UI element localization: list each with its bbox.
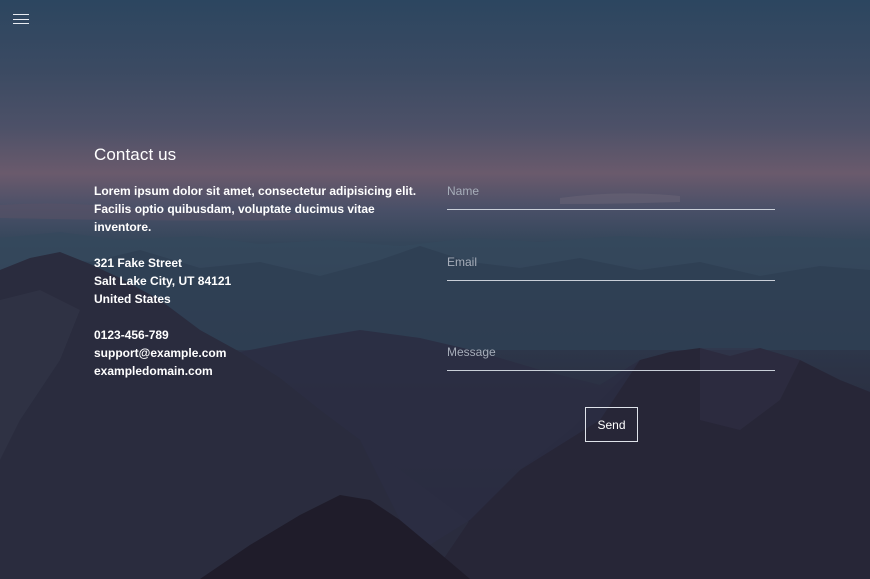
address-block: 321 Fake Street Salt Lake City, UT 84121… (94, 254, 434, 308)
intro-line: Facilis optio quibusdam, voluptate ducim… (94, 202, 375, 234)
menu-line (13, 14, 29, 15)
menu-line (13, 18, 29, 20)
hamburger-menu-icon[interactable] (12, 12, 30, 26)
website-link[interactable]: exampledomain.com (94, 364, 213, 378)
contact-info: Contact us Lorem ipsum dolor sit amet, c… (94, 145, 434, 380)
page-title: Contact us (94, 145, 177, 164)
menu-line (13, 23, 29, 24)
email-field-wrapper (447, 251, 775, 281)
message-input[interactable] (447, 341, 775, 359)
address-line: United States (94, 292, 171, 306)
name-input[interactable] (447, 180, 775, 198)
phone-number: 0123-456-789 (94, 328, 169, 342)
intro-line: Lorem ipsum dolor sit amet, consectetur … (94, 184, 417, 198)
contact-details: 0123-456-789 support@example.com example… (94, 326, 434, 380)
email-link[interactable]: support@example.com (94, 346, 226, 360)
name-field-wrapper (447, 180, 775, 210)
address-line: 321 Fake Street (94, 256, 183, 270)
message-field-wrapper (447, 341, 775, 371)
intro-text: Lorem ipsum dolor sit amet, consectetur … (94, 182, 434, 236)
send-button[interactable]: Send (585, 407, 638, 442)
address-line: Salt Lake City, UT 84121 (94, 274, 232, 288)
email-input[interactable] (447, 251, 775, 269)
contact-form: Send (447, 180, 775, 442)
